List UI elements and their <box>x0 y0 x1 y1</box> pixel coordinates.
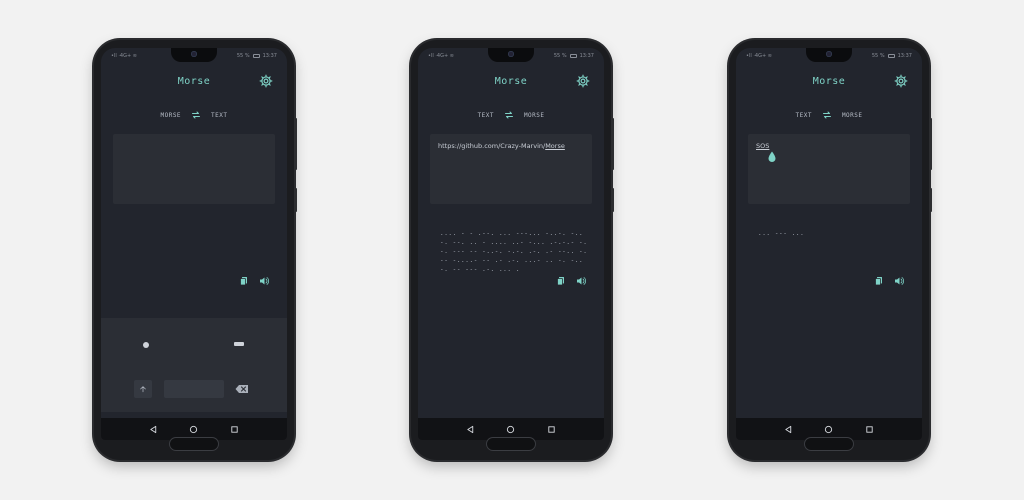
output-actions <box>872 274 906 288</box>
gear-icon[interactable] <box>894 74 908 88</box>
mode-target-label: TEXT <box>211 111 228 119</box>
play-sound-button[interactable] <box>574 274 588 288</box>
arrow-up-icon <box>140 386 146 393</box>
dash-key[interactable] <box>234 342 244 346</box>
text-input-field[interactable]: https://github.com/Crazy-Marvin/Morse <box>430 134 592 204</box>
circle-home-icon[interactable] <box>506 425 515 434</box>
mode-switcher: TEXT MORSE <box>418 108 604 122</box>
clock: 13:37 <box>897 53 912 59</box>
carrier-status: •ll ·4G+ ≋ <box>428 53 454 59</box>
space-key[interactable] <box>164 380 224 398</box>
speaker-icon <box>577 277 586 285</box>
carrier-status: •ll ·4G+ ≋ <box>111 53 137 59</box>
camera <box>826 51 832 57</box>
morse-input-field[interactable] <box>113 134 275 204</box>
speaker-icon <box>895 277 904 285</box>
mode-switcher: TEXT MORSE <box>736 108 922 122</box>
play-sound-button[interactable] <box>257 274 271 288</box>
backspace-icon <box>235 385 248 393</box>
camera <box>508 51 514 57</box>
swap-arrows-icon[interactable] <box>191 110 201 120</box>
morse-keyboard <box>101 318 287 412</box>
mode-source-label: TEXT <box>477 111 494 119</box>
triangle-back-icon[interactable] <box>784 425 793 434</box>
swap-arrows-icon[interactable] <box>822 110 832 120</box>
speaker-icon <box>260 277 269 285</box>
play-sound-button[interactable] <box>892 274 906 288</box>
screen: •ll ·4G+ ≋ 55 % 13:37 Morse TEXT MORSE h… <box>418 48 604 440</box>
translation-output: ... --- ... <box>758 230 805 237</box>
copy-button[interactable] <box>872 274 886 288</box>
power-button <box>611 188 614 212</box>
circle-home-icon[interactable] <box>824 425 833 434</box>
hardware-home-button[interactable] <box>486 437 536 451</box>
circle-home-icon[interactable] <box>189 425 198 434</box>
battery-icon <box>252 54 260 58</box>
volume-button <box>611 118 614 170</box>
swap-arrows-icon[interactable] <box>504 110 514 120</box>
input-text: SOS <box>756 142 770 150</box>
screen: •ll ·4G+ ≋ 55 % 13:37 Morse TEXT MORSE S… <box>736 48 922 440</box>
power-button <box>929 188 932 212</box>
copy-button[interactable] <box>554 274 568 288</box>
mode-switcher: MORSE TEXT <box>101 108 287 122</box>
volume-button <box>929 118 932 170</box>
output-actions <box>237 274 271 288</box>
app-bar: Morse <box>101 64 287 100</box>
battery-percent: 55 % <box>236 53 250 59</box>
text-cursor-handle-icon[interactable] <box>767 151 777 163</box>
screen: •ll ·4G+ ≋ 55 % 13:37 Morse MORSE TEXT <box>101 48 287 440</box>
copy-icon <box>240 277 247 286</box>
hardware-home-button[interactable] <box>169 437 219 451</box>
battery-percent: 55 % <box>553 53 567 59</box>
copy-icon <box>875 277 882 286</box>
dot-key[interactable] <box>143 342 149 348</box>
camera <box>191 51 197 57</box>
notch <box>806 48 852 62</box>
notch <box>171 48 217 62</box>
volume-button <box>294 118 297 170</box>
status-right: 55 % 13:37 <box>237 53 277 59</box>
phone-text-to-morse-url: •ll ·4G+ ≋ 55 % 13:37 Morse TEXT MORSE h… <box>411 40 614 460</box>
battery-icon <box>569 54 577 58</box>
copy-button[interactable] <box>237 274 251 288</box>
mode-source-label: MORSE <box>160 111 182 119</box>
triangle-back-icon[interactable] <box>149 425 158 434</box>
input-text: https://github.com/Crazy-Marvin/Morse <box>438 142 565 150</box>
hardware-home-button[interactable] <box>804 437 854 451</box>
square-recents-icon[interactable] <box>865 425 874 434</box>
status-right: 55 % 13:37 <box>554 53 594 59</box>
backspace-key[interactable] <box>233 380 251 398</box>
battery-percent: 55 % <box>871 53 885 59</box>
square-recents-icon[interactable] <box>547 425 556 434</box>
mode-target-label: MORSE <box>523 111 545 119</box>
clock: 13:37 <box>262 53 277 59</box>
app-bar: Morse <box>418 64 604 100</box>
mode-source-label: TEXT <box>795 111 812 119</box>
shift-key[interactable] <box>134 380 152 398</box>
battery-icon <box>887 54 895 58</box>
text-input-field[interactable]: SOS <box>748 134 910 204</box>
phone-morse-to-text: •ll ·4G+ ≋ 55 % 13:37 Morse MORSE TEXT <box>94 40 297 460</box>
carrier-status: •ll ·4G+ ≋ <box>746 53 772 59</box>
square-recents-icon[interactable] <box>230 425 239 434</box>
clock: 13:37 <box>579 53 594 59</box>
translation-output: .... - - .--. ... ---... -..-. -..-. --.… <box>440 230 588 273</box>
notch <box>488 48 534 62</box>
output-actions <box>554 274 588 288</box>
power-button <box>294 188 297 212</box>
phone-text-to-morse-sos: •ll ·4G+ ≋ 55 % 13:37 Morse TEXT MORSE S… <box>729 40 932 460</box>
triangle-back-icon[interactable] <box>466 425 475 434</box>
mode-target-label: MORSE <box>841 111 863 119</box>
gear-icon[interactable] <box>576 74 590 88</box>
app-bar: Morse <box>736 64 922 100</box>
gear-icon[interactable] <box>259 74 273 88</box>
status-right: 55 % 13:37 <box>872 53 912 59</box>
copy-icon <box>557 277 564 286</box>
